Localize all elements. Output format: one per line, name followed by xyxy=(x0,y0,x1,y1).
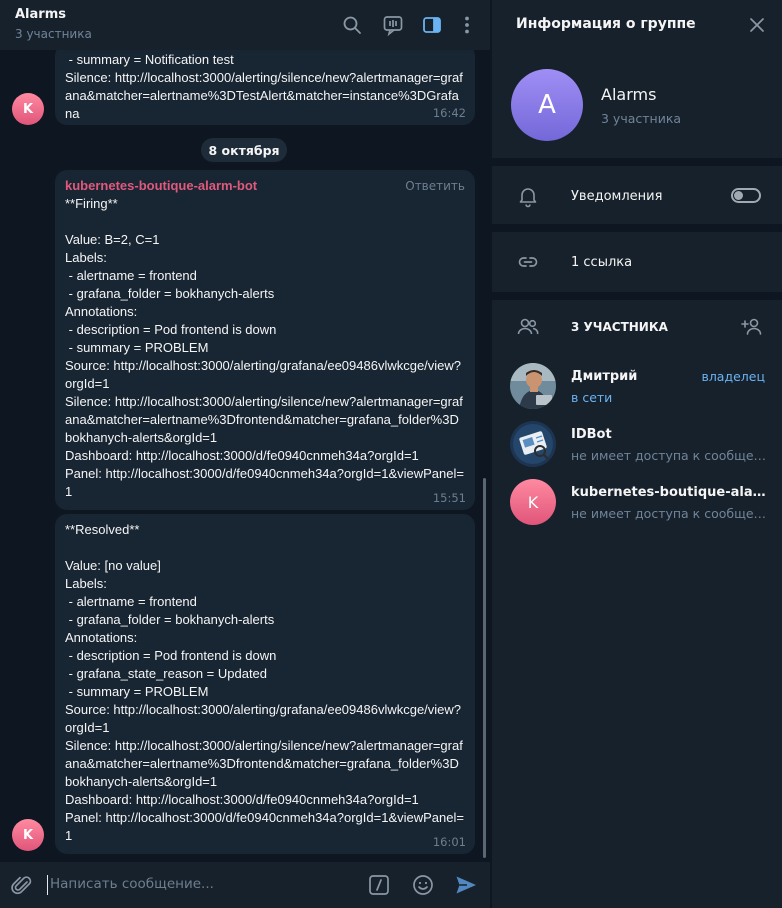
text-caret xyxy=(47,875,48,895)
members-icon xyxy=(516,315,540,339)
composer: Написать сообщение... xyxy=(0,862,490,908)
message-text: **Resolved** Value: [no value] Labels: -… xyxy=(65,522,464,843)
chat-header: Alarms 3 участника xyxy=(0,0,490,50)
message-time: 15:51 xyxy=(432,491,466,505)
more-icon[interactable] xyxy=(455,13,479,37)
chat-member-count[interactable]: 3 участника xyxy=(15,27,92,41)
sender-avatar[interactable]: K xyxy=(12,819,44,851)
notifications-toggle[interactable] xyxy=(731,188,761,203)
notifications-label[interactable]: Уведомления xyxy=(571,189,662,204)
members-title: 3 УЧАСТНИКА xyxy=(571,320,668,334)
panel-title: Информация о группе xyxy=(516,16,696,32)
member-status: не имеет доступа к сообщениям xyxy=(571,448,768,463)
avatar[interactable] xyxy=(510,363,556,409)
message-text: **Firing** Value: B=2, C=1 Labels: - ale… xyxy=(65,196,464,499)
sidebar-toggle-icon[interactable] xyxy=(420,13,444,37)
close-icon[interactable] xyxy=(748,16,766,34)
message-bubble[interactable]: - summary = Notification test Silence: h… xyxy=(55,50,475,125)
member-role: владелец xyxy=(701,369,765,384)
message-list[interactable]: - summary = Notification test Silence: h… xyxy=(0,50,490,862)
avatar[interactable] xyxy=(510,421,556,467)
video-chat-icon[interactable] xyxy=(381,13,405,37)
send-icon[interactable] xyxy=(454,873,478,897)
member-status: в сети xyxy=(571,390,613,405)
group-avatar[interactable]: A xyxy=(511,69,583,141)
member-name: IDBot xyxy=(571,427,612,442)
chat-title[interactable]: Alarms xyxy=(15,7,66,22)
emoji-icon[interactable] xyxy=(411,873,435,897)
group-member-count: 3 участника xyxy=(601,111,682,126)
message-input[interactable]: Написать сообщение... xyxy=(50,876,214,892)
member-item[interactable]: K kubernetes-boutique-alarm-bot не имеет… xyxy=(492,479,782,535)
bell-icon xyxy=(516,184,540,208)
message-text: - summary = Notification test Silence: h… xyxy=(65,52,463,121)
links-label[interactable]: 1 ссылка xyxy=(571,255,632,270)
scrollbar[interactable] xyxy=(483,478,486,858)
group-info-panel: Информация о группе A Alarms 3 участника… xyxy=(491,0,782,908)
message-bubble[interactable]: kubernetes-boutique-alarm-bot Ответить *… xyxy=(55,170,475,510)
divider xyxy=(492,158,782,166)
sender-avatar[interactable]: K xyxy=(12,93,44,125)
add-member-icon[interactable] xyxy=(740,315,764,339)
reply-button[interactable]: Ответить xyxy=(405,179,465,193)
date-divider: 8 октября xyxy=(201,138,287,162)
avatar[interactable]: K xyxy=(510,479,556,525)
link-icon xyxy=(516,250,540,274)
divider xyxy=(492,224,782,232)
message-time: 16:01 xyxy=(432,835,466,849)
search-icon[interactable] xyxy=(340,13,364,37)
chat-pane: Alarms 3 участника - summary = Notificat… xyxy=(0,0,490,908)
attach-icon[interactable] xyxy=(10,873,34,897)
member-item[interactable]: Дмитрий владелец в сети xyxy=(492,363,782,419)
message-time: 16:42 xyxy=(432,106,466,120)
member-name: kubernetes-boutique-alarm-bot xyxy=(571,485,771,500)
divider xyxy=(492,292,782,300)
message-bubble[interactable]: **Resolved** Value: [no value] Labels: -… xyxy=(55,514,475,854)
group-name: Alarms xyxy=(601,85,657,104)
command-icon[interactable] xyxy=(367,873,391,897)
toggle-knob xyxy=(734,191,743,200)
member-status: не имеет доступа к сообщениям xyxy=(571,506,768,521)
member-item[interactable]: IDBot не имеет доступа к сообщениям xyxy=(492,421,782,477)
